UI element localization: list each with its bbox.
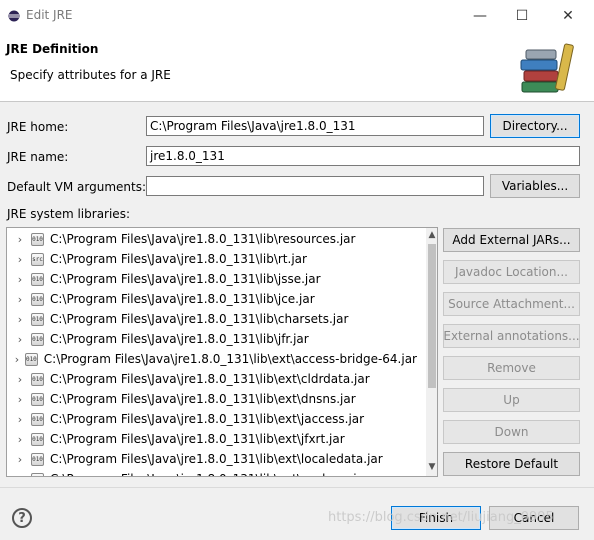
jar-icon: 010 [31,272,44,286]
jre-name-field[interactable]: jre1.8.0_131 [146,146,580,166]
library-row[interactable]: ›010 C:\Program Files\Java\jre1.8.0_131\l… [7,349,417,369]
jar-icon: src [31,252,44,266]
jar-icon: 010 [31,392,44,406]
library-row[interactable]: › 010 C:\Program Files\Java\jre1.8.0_131\l… [7,329,417,349]
title-bar: Edit JRE — ☐ ✕ [0,0,594,32]
library-path: C:\Program Files\Java\jre1.8.0_131\lib\r… [50,252,307,266]
jar-icon: 010 [31,472,44,476]
jre-home-label: JRE home: [7,120,69,134]
library-row[interactable]: › 010 C:\Program Files\Java\jre1.8.0_131\l… [7,369,417,389]
minimize-icon: — [473,8,487,24]
library-path: C:\Program Files\Java\jre1.8.0_131\lib\j… [50,292,315,306]
scroll-up-icon[interactable]: ▲ [426,228,437,242]
close-button[interactable]: ✕ [556,6,580,26]
expand-chevron-icon[interactable]: › [13,413,27,426]
jre-name-label: JRE name: [7,150,69,164]
library-path: C:\Program Files\Java\jre1.8.0_131\lib\e… [50,432,345,446]
library-path: C:\Program Files\Java\jre1.8.0_131\lib\e… [50,472,369,476]
remove-button[interactable]: Remove [443,356,580,380]
jar-icon: 010 [24,352,38,366]
external-annotations-button[interactable]: External annotations... [443,324,580,348]
library-path: C:\Program Files\Java\jre1.8.0_131\lib\e… [50,372,370,386]
header-title: JRE Definition [6,42,99,56]
add-external-jars-button[interactable]: Add External JARs... [443,228,580,252]
library-path: C:\Program Files\Java\jre1.8.0_131\lib\e… [43,352,417,366]
scroll-down-icon[interactable]: ▼ [426,460,437,474]
javadoc-location-button[interactable]: Javadoc Location... [443,260,580,284]
library-path: C:\Program Files\Java\jre1.8.0_131\lib\c… [50,312,349,326]
library-row[interactable]: › 010 C:\Program Files\Java\jre1.8.0_131\l… [7,389,417,409]
help-icon[interactable]: ? [12,508,32,528]
up-button[interactable]: Up [443,388,580,412]
library-row[interactable]: › 010 C:\Program Files\Java\jre1.8.0_131\l… [7,269,417,289]
vm-arguments-field[interactable] [146,176,484,196]
library-row[interactable]: › 010 C:\Program Files\Java\jre1.8.0_131\l… [7,409,417,429]
library-row[interactable]: › 010 C:\Program Files\Java\jre1.8.0_131\l… [7,289,417,309]
expand-chevron-icon[interactable]: › [13,353,21,366]
library-path: C:\Program Files\Java\jre1.8.0_131\lib\e… [50,412,365,426]
expand-chevron-icon[interactable]: › [13,273,27,286]
jar-icon: 010 [31,312,44,326]
expand-chevron-icon[interactable]: › [13,433,27,446]
books-icon [520,43,574,93]
library-row[interactable]: › 010 C:\Program Files\Java\jre1.8.0_131\l… [7,309,417,329]
minimize-button[interactable]: — [468,6,492,26]
footer-divider [0,487,594,488]
jar-icon: 010 [31,372,44,386]
maximize-button[interactable]: ☐ [510,6,534,26]
library-path: C:\Program Files\Java\jre1.8.0_131\lib\j… [50,272,321,286]
jar-icon: 010 [31,292,44,306]
library-path: C:\Program Files\Java\jre1.8.0_131\lib\e… [50,452,383,466]
jre-home-field[interactable]: C:\Program Files\Java\jre1.8.0_131 [146,116,484,136]
expand-chevron-icon[interactable]: › [13,253,27,266]
expand-chevron-icon[interactable]: › [13,393,27,406]
down-button[interactable]: Down [443,420,580,444]
expand-chevron-icon[interactable]: › [13,313,27,326]
expand-chevron-icon[interactable]: › [13,233,27,246]
jar-icon: 010 [31,412,44,426]
scrollbar-thumb[interactable] [428,244,436,388]
library-path: C:\Program Files\Java\jre1.8.0_131\lib\e… [50,392,356,406]
system-libraries-list[interactable]: › 010 C:\Program Files\Java\jre1.8.0_131\l… [6,227,438,477]
expand-chevron-icon[interactable]: › [13,373,27,386]
library-path: C:\Program Files\Java\jre1.8.0_131\lib\r… [50,232,356,246]
library-row[interactable]: › 010 C:\Program Files\Java\jre1.8.0_131\l… [7,229,417,249]
watermark: https://blog.csdn.net/liujiang_0995 [328,510,554,525]
jar-icon: 010 [31,232,44,246]
directory-button[interactable]: Directory... [490,114,580,138]
maximize-icon: ☐ [515,8,529,24]
header-description: Specify attributes for a JRE [10,68,171,82]
eclipse-icon [8,10,20,22]
vertical-scrollbar[interactable]: ▲ ▼ [426,228,437,476]
expand-chevron-icon[interactable]: › [13,333,27,346]
jar-icon: 010 [31,452,44,466]
window-title: Edit JRE [26,8,73,22]
close-icon: ✕ [562,8,574,24]
dialog-header: JRE Definition Specify attributes for a … [0,32,594,102]
library-row[interactable]: › src C:\Program Files\Java\jre1.8.0_131\l… [7,249,417,269]
library-row[interactable]: › 010 C:\Program Files\Java\jre1.8.0_131\l… [7,429,417,449]
library-row[interactable]: › 010 C:\Program Files\Java\jre1.8.0_131\l… [7,469,417,477]
library-row[interactable]: › 010 C:\Program Files\Java\jre1.8.0_131\l… [7,449,417,469]
jar-icon: 010 [31,332,44,346]
library-path: C:\Program Files\Java\jre1.8.0_131\lib\j… [50,332,309,346]
source-attachment-button[interactable]: Source Attachment... [443,292,580,316]
system-libraries-label: JRE system libraries: [7,207,130,221]
expand-chevron-icon[interactable]: › [13,293,27,306]
restore-default-button[interactable]: Restore Default [443,452,580,476]
variables-button[interactable]: Variables... [490,174,580,198]
expand-chevron-icon[interactable]: › [13,473,27,477]
vm-arguments-label: Default VM arguments: [7,180,147,194]
expand-chevron-icon[interactable]: › [13,453,27,466]
jar-icon: 010 [31,432,44,446]
